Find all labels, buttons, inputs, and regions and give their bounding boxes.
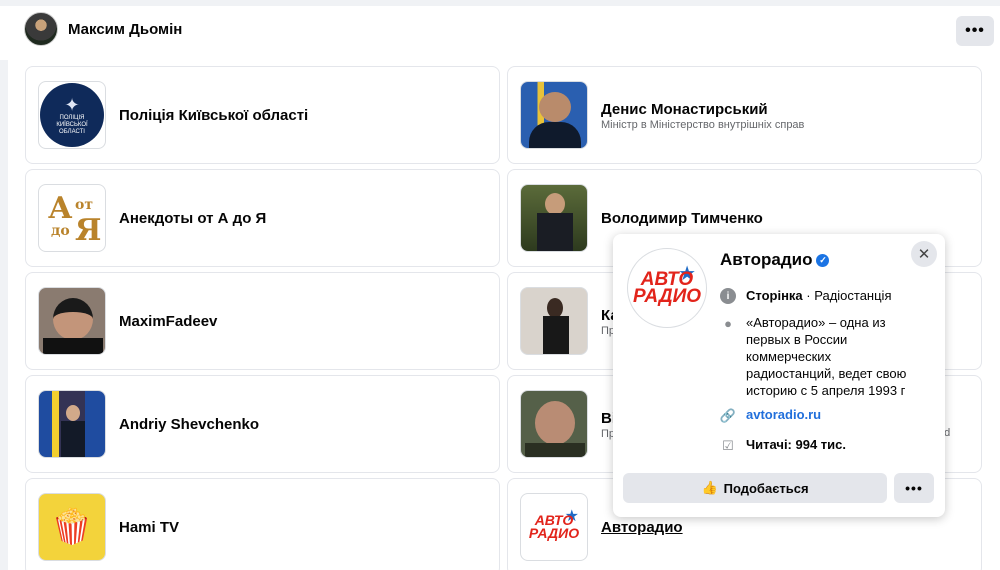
profile-photo-thumbnail[interactable] [520,184,588,252]
profile-photo-thumbnail[interactable] [520,390,588,458]
popcorn-icon: 🍿 [50,508,94,546]
emblem-text-3: ОБЛАСТІ [59,128,85,135]
page-title[interactable]: Володимир Тимченко [601,210,763,227]
trident-icon: ✦ [64,94,80,115]
logo-letter-a: А [48,191,73,226]
page-card-shevchenko[interactable]: Andriy Shevchenko [25,375,500,473]
page-title[interactable]: Денис Монастирський [601,101,768,118]
police-logo-thumbnail[interactable]: ✦ ПОЛІЦІЯ КИЇВСЬКОЇ ОБЛАСТІ [38,81,106,149]
page-title[interactable]: Andriy Shevchenko [119,416,259,433]
page-subtitle: Міністр в Міністерство внутрішніх справ [601,119,805,131]
followers-count: Читачі: 994 тис. [746,437,847,452]
link-icon: 🔗 [719,407,737,423]
page-card-anekdoty[interactable]: А от до Я Анекдоты от А до Я [25,169,500,267]
page-title-link[interactable]: Авторадио [601,519,683,536]
page-hover-card: ★ АВТО РАДИО Авторадио ✓ ✕ i Сторінка · … [613,234,945,517]
page-title[interactable]: Поліція Київської області [119,107,308,124]
page-title[interactable]: Анекдоты от А до Я [119,210,266,227]
logo-word-ot: от [75,197,94,213]
avtoradio-logo: АВТО РАДИО [528,514,580,541]
followers-row: ☑ Читачі: 994 тис. [720,436,846,453]
anekdoty-logo-thumbnail[interactable]: А от до Я [38,184,106,252]
profile-avatar[interactable] [24,12,58,46]
avtoradio-logo-thumbnail[interactable]: ★ АВТО РАДИО [520,493,588,561]
popup-avtoradio-logo[interactable]: ★ АВТО РАДИО [627,248,707,328]
top-bar: Максим Дьомін ••• [0,0,1000,60]
avtoradio-logo: АВТО РАДИО [632,270,702,307]
profile-photo-thumbnail[interactable] [520,287,588,355]
profile-photo-thumbnail[interactable] [520,81,588,149]
profile-photo-thumbnail[interactable] [38,390,106,458]
page-title[interactable]: Hami TV [119,519,179,536]
popup-title[interactable]: Авторадио ✓ [720,250,830,270]
logo-line-2: РАДИО [632,286,702,307]
description-row: ● «Авторадио» – одна из первых в России … [720,314,910,399]
page-card-hami-tv[interactable]: 🍿 Hami TV [25,478,500,570]
category-text: Сторінка · Радіостанція [746,287,892,304]
thumbs-up-icon: 👍 [701,480,718,495]
hami-tv-logo-thumbnail[interactable]: 🍿 [38,493,106,561]
category-row: i Сторінка · Радіостанція [720,287,892,304]
person-icon: ● [724,315,732,331]
verified-badge-icon: ✓ [816,253,830,267]
page-title[interactable]: MaximFadeev [119,313,217,330]
police-emblem: ✦ ПОЛІЦІЯ КИЇВСЬКОЇ ОБЛАСТІ [40,83,104,147]
logo-line-2: РАДИО [528,525,580,541]
followers-icon: ☑ [722,437,734,453]
logo-word-do: до [51,223,70,239]
page-card-police[interactable]: ✦ ПОЛІЦІЯ КИЇВСЬКОЇ ОБЛАСТІ Поліція Київ… [25,66,500,164]
page-card-monastyrskyi[interactable]: Денис Монастирський Міністр в Міністерст… [507,66,982,164]
emblem-text-2: КИЇВСЬКОЇ [56,121,88,128]
popup-title-text[interactable]: Авторадио [720,250,812,270]
popup-more-button[interactable]: ••• [894,473,934,503]
description-text: «Авторадио» – одна из первых в России ко… [746,315,907,398]
close-button[interactable]: ✕ [911,241,937,267]
category-type: Сторінка [746,288,803,303]
profile-name[interactable]: Максим Дьомін [68,21,182,38]
logo-letter-ya: Я [75,213,102,248]
website-link[interactable]: avtoradio.ru [746,406,821,423]
website-row: 🔗 avtoradio.ru [720,406,821,423]
info-icon: i [720,288,736,304]
more-options-button[interactable]: ••• [956,16,994,46]
page-card-maximfadeev[interactable]: MaximFadeev [25,272,500,370]
like-button-label: Подобається [723,480,809,496]
emblem-text-1: ПОЛІЦІЯ [59,114,85,121]
profile-photo-thumbnail[interactable] [38,287,106,355]
category-name: · Радіостанція [802,288,892,303]
like-button[interactable]: 👍 Подобається [623,473,887,503]
